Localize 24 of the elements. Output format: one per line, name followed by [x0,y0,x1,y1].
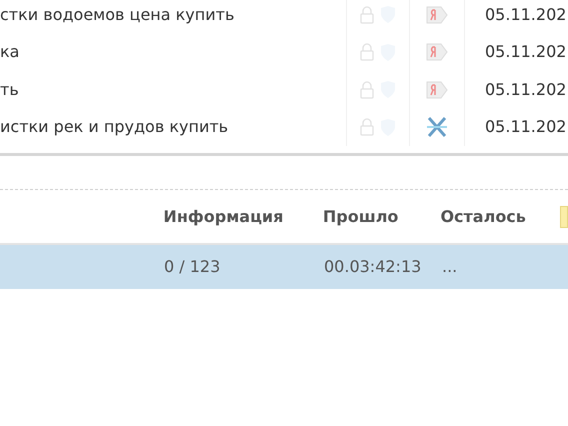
search-engine-icon [426,43,448,62]
column-header[interactable]: Информация [163,206,284,226]
keyword-text: истки рек и прудов купить [0,116,228,138]
lock-icon [360,80,374,99]
column-header[interactable]: Прошло [322,206,398,226]
lock-icon [360,43,374,62]
task-row[interactable]: 0 / 123 00.03:42:13 ... [0,245,568,289]
keyword-text: ть [0,78,19,101]
date-text: 05.11.202 [485,117,566,136]
keyword-text: стки водоемов цена купить [0,4,234,26]
status-icon [560,206,568,228]
lock-icon [360,118,374,136]
table-cell: 0 / 123 [164,257,220,276]
cross-arrows-icon [426,117,448,138]
search-engine-icon [426,6,448,24]
lock-icon [360,6,374,24]
table-cell: ... [442,257,458,276]
date-text: 05.11.202 [485,4,566,24]
date-text: 05.11.202 [485,80,566,99]
keyword-text: ка [0,41,20,64]
search-engine-icon [426,80,448,99]
column-header[interactable]: Осталось [440,206,526,226]
table-cell: 00.03:42:13 [324,257,422,276]
date-text: 05.11.202 [485,42,566,62]
